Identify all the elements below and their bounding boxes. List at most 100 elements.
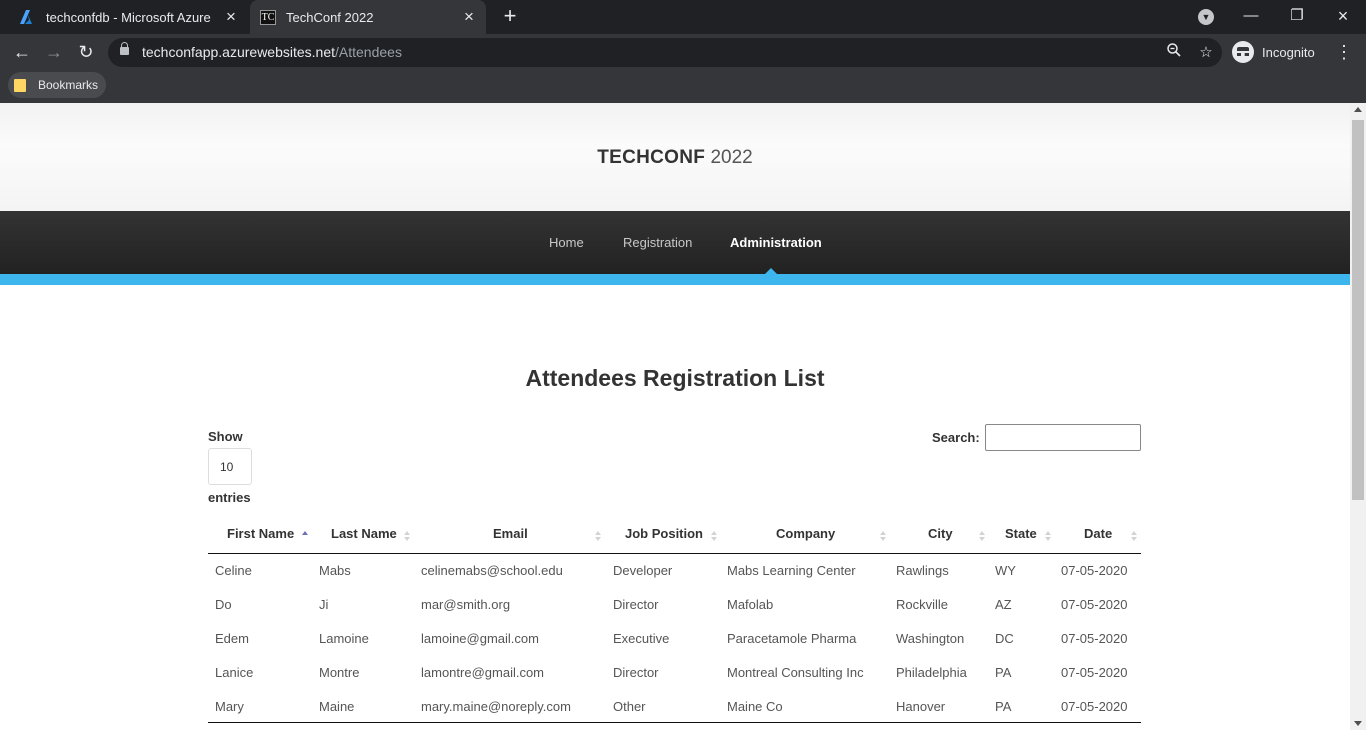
cell-job-position: Director <box>613 597 659 612</box>
page-scrollbar[interactable] <box>1350 103 1366 730</box>
incognito-icon <box>1232 41 1254 63</box>
table-footer-border <box>208 722 1141 723</box>
cell-state: AZ <box>995 597 1012 612</box>
column-header-email[interactable]: Email <box>493 518 528 554</box>
cell-company: Mafolab <box>727 597 774 612</box>
table-row: Mary Maine mary.maine@noreply.com Other Main… <box>208 690 1141 724</box>
cell-company: Montreal Consulting Inc <box>727 665 864 680</box>
sort-icon <box>404 531 410 541</box>
search-input[interactable] <box>985 424 1141 451</box>
close-tab-icon[interactable]: × <box>458 7 480 27</box>
cell-email: mar@smith.org <box>421 597 511 612</box>
site-brand[interactable]: TECHCONF 2022 <box>0 147 1350 169</box>
cell-email: lamoine@gmail.com <box>421 631 539 646</box>
scroll-up-arrow-icon[interactable] <box>1354 107 1362 112</box>
bookmark-star-icon[interactable]: ☆ <box>1196 43 1216 63</box>
cell-company: Maine Co <box>727 699 783 714</box>
nav-administration[interactable]: Administration <box>730 235 822 250</box>
browser-menu-icon[interactable]: ⋮ <box>1334 40 1354 64</box>
bookmarks-folder[interactable]: Bookmarks <box>8 72 107 98</box>
attendees-table: First Name Last Name Email Job Position … <box>208 518 1141 724</box>
cell-first-name: Celine <box>215 563 252 578</box>
cell-last-name: Mabs <box>319 563 351 578</box>
cell-first-name: Mary <box>215 699 244 714</box>
table-row: Edem Lamoine lamoine@gmail.com Executive Par… <box>208 622 1141 656</box>
cell-first-name: Edem <box>215 631 249 646</box>
sort-icon <box>1131 531 1137 541</box>
sort-icon <box>711 531 717 541</box>
incognito-label: Incognito <box>1262 44 1315 60</box>
zoom-icon[interactable] <box>1164 43 1184 63</box>
cell-city: Philadelphia <box>896 665 967 680</box>
incognito-indicator[interactable]: Incognito <box>1232 38 1315 66</box>
close-window-icon[interactable]: × <box>1320 4 1366 30</box>
cell-city: Rockville <box>896 597 949 612</box>
tab-techconf[interactable]: TC TechConf 2022 × <box>250 0 486 34</box>
column-header-last-name[interactable]: Last Name <box>331 518 397 554</box>
cell-email: celinemabs@school.edu <box>421 563 563 578</box>
cell-date: 07-05-2020 <box>1061 597 1128 612</box>
sort-icon <box>1045 531 1051 541</box>
back-arrow-icon[interactable]: ← <box>10 40 34 64</box>
nav-registration[interactable]: Registration <box>623 235 692 250</box>
site-header: TECHCONF 2022 <box>0 103 1350 211</box>
page-viewport: TECHCONF 2022 Home Registration Administ… <box>0 103 1350 730</box>
bookmarks-bar: Bookmarks <box>0 70 1366 103</box>
cell-last-name: Montre <box>319 665 360 680</box>
search-label: Search: <box>932 430 980 445</box>
cell-date: 07-05-2020 <box>1061 699 1128 714</box>
close-tab-icon[interactable]: × <box>220 7 242 27</box>
cell-last-name: Lamoine <box>319 631 369 646</box>
cell-job-position: Developer <box>613 563 673 578</box>
column-header-first-name[interactable]: First Name <box>227 518 294 554</box>
minimize-icon[interactable]: — <box>1228 4 1274 30</box>
cell-last-name: Ji <box>319 597 329 612</box>
entries-label: entries <box>208 490 251 505</box>
sort-icon <box>979 531 985 541</box>
cell-state: PA <box>995 665 1012 680</box>
column-header-state[interactable]: State <box>1005 518 1037 554</box>
column-header-date[interactable]: Date <box>1084 518 1112 554</box>
cell-first-name: Lanice <box>215 665 254 680</box>
techconf-favicon: TC <box>260 9 276 25</box>
cell-state: PA <box>995 699 1012 714</box>
browser-toolbar: ← → ↻ techconfapp.azurewebsites.net/Atte… <box>0 34 1366 70</box>
cell-email: lamontre@gmail.com <box>421 665 545 680</box>
page-length-select[interactable]: 10 <box>208 448 252 485</box>
table-header: First Name Last Name Email Job Position … <box>208 518 1141 554</box>
forward-arrow-icon[interactable]: → <box>42 40 66 64</box>
cell-job-position: Director <box>613 665 659 680</box>
tab-azure[interactable]: techconfdb - Microsoft Azure × <box>8 0 248 34</box>
address-bar[interactable]: techconfapp.azurewebsites.net/Attendees … <box>108 38 1222 67</box>
nav-home[interactable]: Home <box>549 235 584 250</box>
new-tab-button[interactable]: + <box>498 4 522 28</box>
cell-last-name: Maine <box>319 699 355 714</box>
table-row: Do Ji mar@smith.org Director Mafolab Rockvill… <box>208 588 1141 622</box>
tab-title: TechConf 2022 <box>286 9 374 25</box>
column-header-job-position[interactable]: Job Position <box>625 518 703 554</box>
cell-job-position: Other <box>613 699 646 714</box>
sort-ascending-icon <box>302 531 308 541</box>
cell-email: mary.maine@noreply.com <box>421 699 571 714</box>
cell-date: 07-05-2020 <box>1061 563 1128 578</box>
cell-company: Mabs Learning Center <box>727 563 856 578</box>
table-row: Celine Mabs celinemabs@school.edu Developer… <box>208 554 1141 588</box>
lock-icon <box>120 42 129 55</box>
restore-icon[interactable]: ❐ <box>1274 4 1320 30</box>
bookmarks-label: Bookmarks <box>38 78 99 92</box>
scroll-down-arrow-icon[interactable] <box>1354 721 1362 726</box>
azure-icon <box>20 9 36 25</box>
tab-search-icon[interactable]: ▼ <box>1198 9 1214 25</box>
scroll-thumb[interactable] <box>1352 120 1364 500</box>
table-body: Celine Mabs celinemabs@school.edu Developer… <box>208 554 1141 724</box>
column-header-city[interactable]: City <box>928 518 953 554</box>
table-row: Lanice Montre lamontre@gmail.com Director Mo… <box>208 656 1141 690</box>
cell-first-name: Do <box>215 597 232 612</box>
browser-tab-strip: techconfdb - Microsoft Azure × TC TechCo… <box>0 0 1366 34</box>
nav-accent-bar <box>0 274 1350 285</box>
column-header-company[interactable]: Company <box>776 518 835 554</box>
url-text: techconfapp.azurewebsites.net/Attendees <box>142 44 402 60</box>
tab-title: techconfdb - Microsoft Azure <box>46 9 211 25</box>
reload-icon[interactable]: ↻ <box>74 40 98 64</box>
cell-state: WY <box>995 563 1016 578</box>
